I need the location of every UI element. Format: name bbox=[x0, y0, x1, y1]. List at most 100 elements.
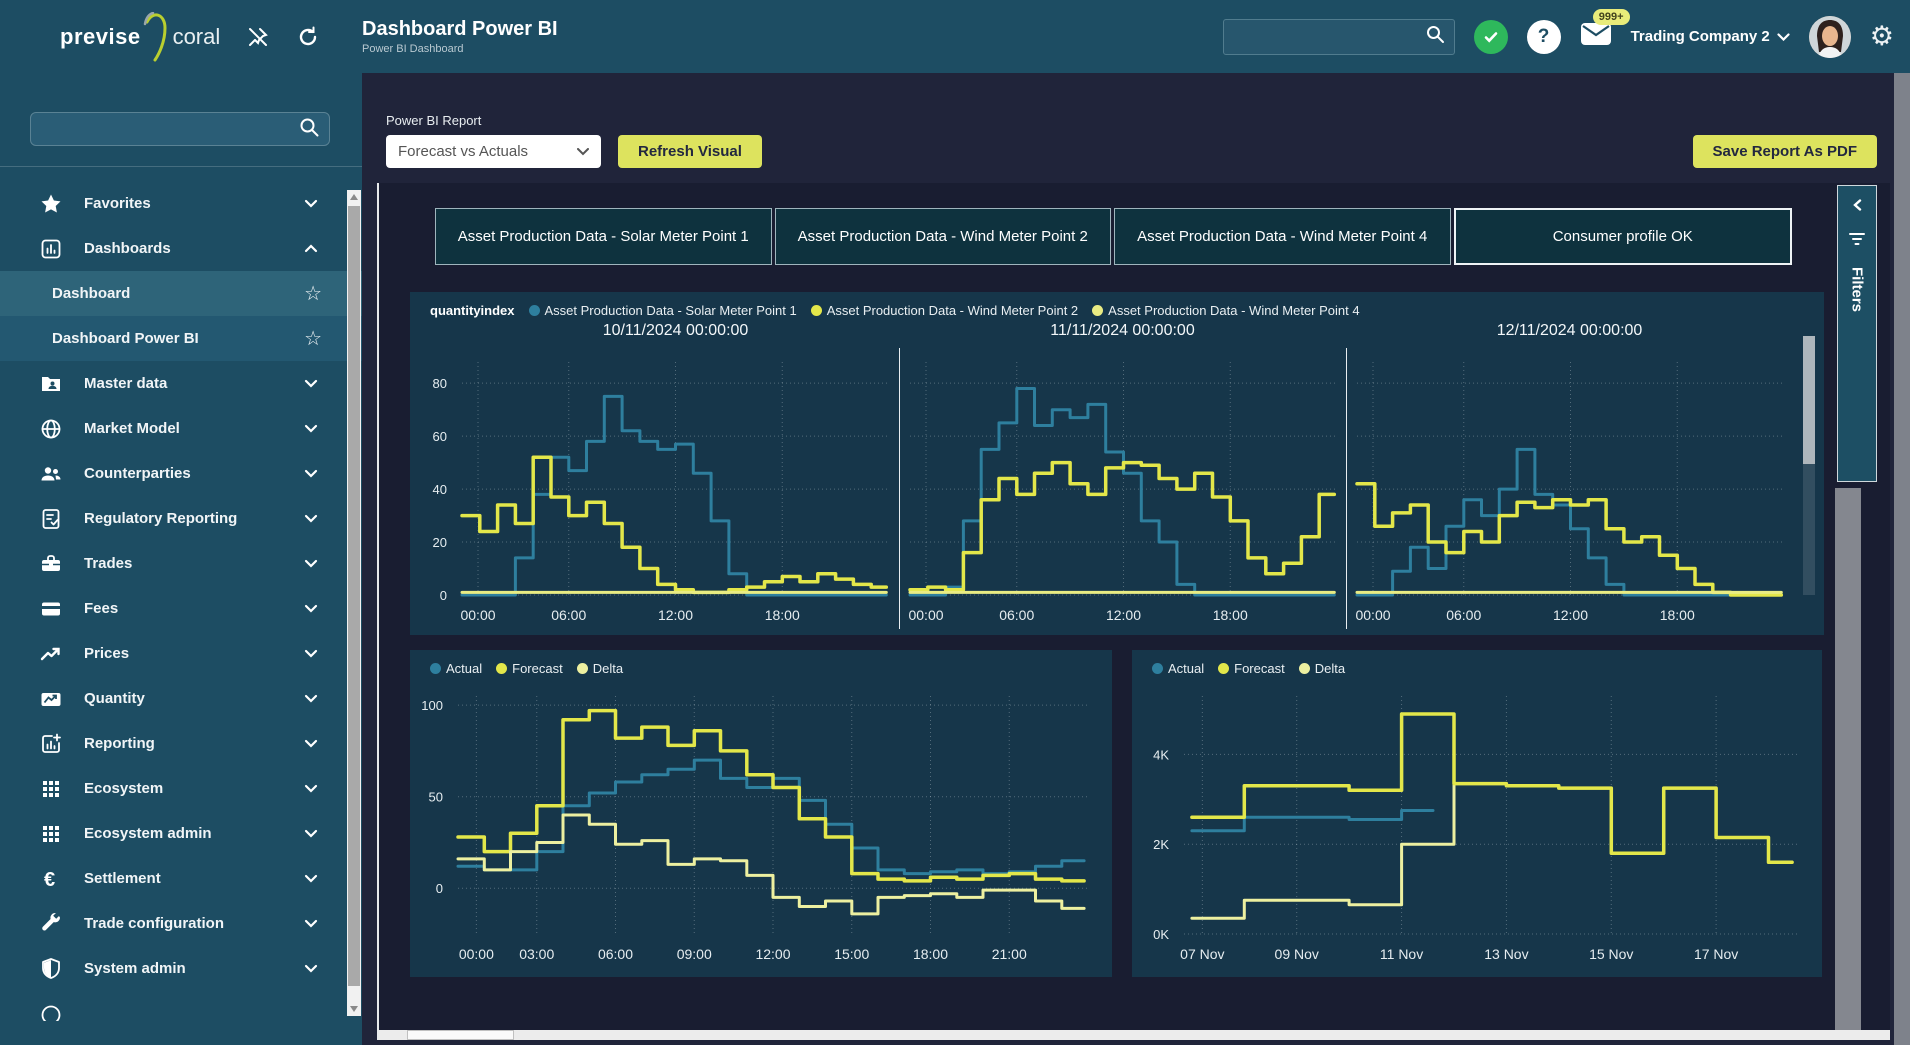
page-scrollbar[interactable] bbox=[1894, 73, 1910, 1045]
legend-dot-icon bbox=[1092, 305, 1103, 316]
chevron-down-icon[interactable] bbox=[304, 199, 318, 208]
report-vertical-scrollbar[interactable] bbox=[1835, 488, 1861, 1036]
scroll-up-arrow-icon[interactable] bbox=[347, 190, 361, 204]
legend-item[interactable]: Forecast bbox=[1218, 661, 1285, 676]
euro-icon: € bbox=[38, 867, 64, 891]
company-selector[interactable]: Trading Company 2 bbox=[1631, 28, 1790, 45]
favorite-star-icon[interactable]: ☆ bbox=[304, 326, 322, 351]
sidebar-item-trade-configuration[interactable]: Trade configuration bbox=[0, 901, 362, 946]
header-search-input[interactable] bbox=[1232, 29, 1424, 45]
svg-text:12:00: 12:00 bbox=[1106, 607, 1141, 623]
chevron-down-icon[interactable] bbox=[304, 694, 318, 703]
briefcase-icon bbox=[38, 552, 64, 576]
sidebar-item-quantity[interactable]: Quantity bbox=[0, 676, 362, 721]
sidebar-item-system-admin[interactable]: System admin bbox=[0, 946, 362, 991]
trend-icon bbox=[38, 642, 64, 666]
legend-label: Delta bbox=[1315, 661, 1345, 676]
chevron-down-icon[interactable] bbox=[304, 559, 318, 568]
tab-asset-production-data-wind-meter-point-2[interactable]: Asset Production Data - Wind Meter Point… bbox=[775, 208, 1112, 265]
chart-scrollbar[interactable] bbox=[1803, 336, 1815, 595]
refresh-visual-button[interactable]: Refresh Visual bbox=[618, 135, 762, 168]
chevron-down-icon[interactable] bbox=[304, 829, 318, 838]
notifications-mail-icon[interactable]: 999+ bbox=[1580, 21, 1612, 52]
report-select[interactable]: Forecast vs Actuals bbox=[386, 135, 601, 168]
sidebar-item-prices[interactable]: Prices bbox=[0, 631, 362, 676]
sidebar-scrollbar[interactable] bbox=[347, 190, 361, 1016]
sidebar-scrollbar-thumb[interactable] bbox=[348, 206, 360, 986]
sidebar-item-label: Dashboard Power BI bbox=[52, 330, 304, 347]
previse-coral-logo: previse coral bbox=[60, 12, 220, 62]
chevron-down-icon[interactable] bbox=[304, 964, 318, 973]
shield-icon bbox=[38, 957, 64, 981]
chevron-down-icon[interactable] bbox=[304, 604, 318, 613]
chevron-down-icon[interactable] bbox=[304, 469, 318, 478]
sidebar-item-label: Market Model bbox=[84, 420, 304, 437]
user-avatar[interactable] bbox=[1809, 16, 1851, 58]
legend-item[interactable]: Asset Production Data - Solar Meter Poin… bbox=[529, 303, 797, 318]
sidebar-item-dashboard[interactable]: Dashboard☆ bbox=[0, 271, 362, 316]
chevron-down-icon[interactable] bbox=[304, 784, 318, 793]
chevron-down-icon[interactable] bbox=[304, 649, 318, 658]
legend-item[interactable]: Delta bbox=[1299, 661, 1345, 676]
chevron-down-icon[interactable] bbox=[304, 379, 318, 388]
help-icon[interactable]: ? bbox=[1527, 20, 1561, 54]
sidebar-item-partial[interactable] bbox=[0, 991, 362, 1021]
sidebar-item-fees[interactable]: Fees bbox=[0, 586, 362, 631]
header-search[interactable] bbox=[1223, 19, 1455, 55]
legend-item[interactable]: Asset Production Data - Wind Meter Point… bbox=[1092, 303, 1359, 318]
settings-gear-icon[interactable]: ⚙ bbox=[1870, 23, 1894, 50]
legend-item[interactable]: Delta bbox=[577, 661, 623, 676]
legend-item[interactable]: Actual bbox=[1152, 661, 1204, 676]
expand-filters-icon[interactable] bbox=[1851, 198, 1863, 216]
sidebar-item-label: System admin bbox=[84, 960, 304, 977]
sidebar-item-ecosystem-admin[interactable]: Ecosystem admin bbox=[0, 811, 362, 856]
sidebar-item-favorites[interactable]: Favorites bbox=[0, 181, 362, 226]
sidebar-item-label: Favorites bbox=[84, 195, 304, 212]
report-horizontal-scrollbar[interactable] bbox=[379, 1030, 1890, 1040]
favorite-star-icon[interactable]: ☆ bbox=[304, 281, 322, 306]
tab-asset-production-data-solar-meter-point-1[interactable]: Asset Production Data - Solar Meter Poin… bbox=[435, 208, 772, 265]
status-ok-icon[interactable] bbox=[1474, 20, 1508, 54]
tab-consumer-profile-ok[interactable]: Consumer profile OK bbox=[1454, 208, 1793, 265]
refresh-icon[interactable] bbox=[296, 25, 320, 49]
report-select-value: Forecast vs Actuals bbox=[398, 143, 577, 160]
filters-pane-label[interactable]: Filters bbox=[1849, 267, 1866, 312]
sidebar-item-master-data[interactable]: Master data bbox=[0, 361, 362, 406]
scroll-down-arrow-icon[interactable] bbox=[347, 1002, 361, 1016]
sidebar-item-ecosystem[interactable]: Ecosystem bbox=[0, 766, 362, 811]
y-axis-labels: 0K2K4K bbox=[1140, 680, 1174, 968]
svg-text:00:00: 00:00 bbox=[1355, 607, 1390, 623]
chevron-down-icon[interactable] bbox=[304, 919, 318, 928]
sidebar-item-regulatory-reporting[interactable]: Regulatory Reporting bbox=[0, 496, 362, 541]
legend-item[interactable]: Forecast bbox=[496, 661, 563, 676]
sidebar-item-reporting[interactable]: Reporting bbox=[0, 721, 362, 766]
horizontal-scrollbar-thumb[interactable] bbox=[407, 1030, 514, 1040]
sidebar-search-input[interactable] bbox=[39, 121, 297, 137]
chevron-down-icon[interactable] bbox=[304, 874, 318, 883]
svg-text:18:00: 18:00 bbox=[913, 946, 948, 962]
sidebar-item-settlement[interactable]: €Settlement bbox=[0, 856, 362, 901]
sidebar-search[interactable] bbox=[30, 112, 330, 146]
tab-asset-production-data-wind-meter-point-4[interactable]: Asset Production Data - Wind Meter Point… bbox=[1114, 208, 1451, 265]
svg-text:60: 60 bbox=[433, 429, 447, 444]
legend-item[interactable]: Actual bbox=[430, 661, 482, 676]
sidebar-item-dashboards[interactable]: Dashboards bbox=[0, 226, 362, 271]
sidebar-item-counterparties[interactable]: Counterparties bbox=[0, 451, 362, 496]
chevron-down-icon[interactable] bbox=[304, 424, 318, 433]
chevron-down-icon[interactable] bbox=[304, 739, 318, 748]
sidebar-item-market-model[interactable]: Market Model bbox=[0, 406, 362, 451]
sidebar-item-dashboard-power-bi[interactable]: Dashboard Power BI☆ bbox=[0, 316, 362, 361]
unpin-sidebar-icon[interactable] bbox=[246, 25, 270, 49]
save-report-pdf-button[interactable]: Save Report As PDF bbox=[1693, 135, 1878, 168]
wrench-icon bbox=[38, 912, 64, 936]
chart-panels: 00:0003:0006:0009:0012:0015:0018:0021:00 bbox=[448, 680, 1098, 968]
chevron-up-icon[interactable] bbox=[304, 244, 318, 253]
report-select-label: Power BI Report bbox=[386, 113, 601, 128]
circle-icon bbox=[38, 1003, 64, 1021]
sidebar-item-trades[interactable]: Trades bbox=[0, 541, 362, 586]
chevron-down-icon[interactable] bbox=[304, 514, 318, 523]
page-subtitle: Power BI Dashboard bbox=[362, 43, 558, 55]
legend-item[interactable]: Asset Production Data - Wind Meter Point… bbox=[811, 303, 1078, 318]
legend-label: Asset Production Data - Wind Meter Point… bbox=[827, 303, 1078, 318]
chart-scrollbar-thumb[interactable] bbox=[1803, 336, 1815, 464]
